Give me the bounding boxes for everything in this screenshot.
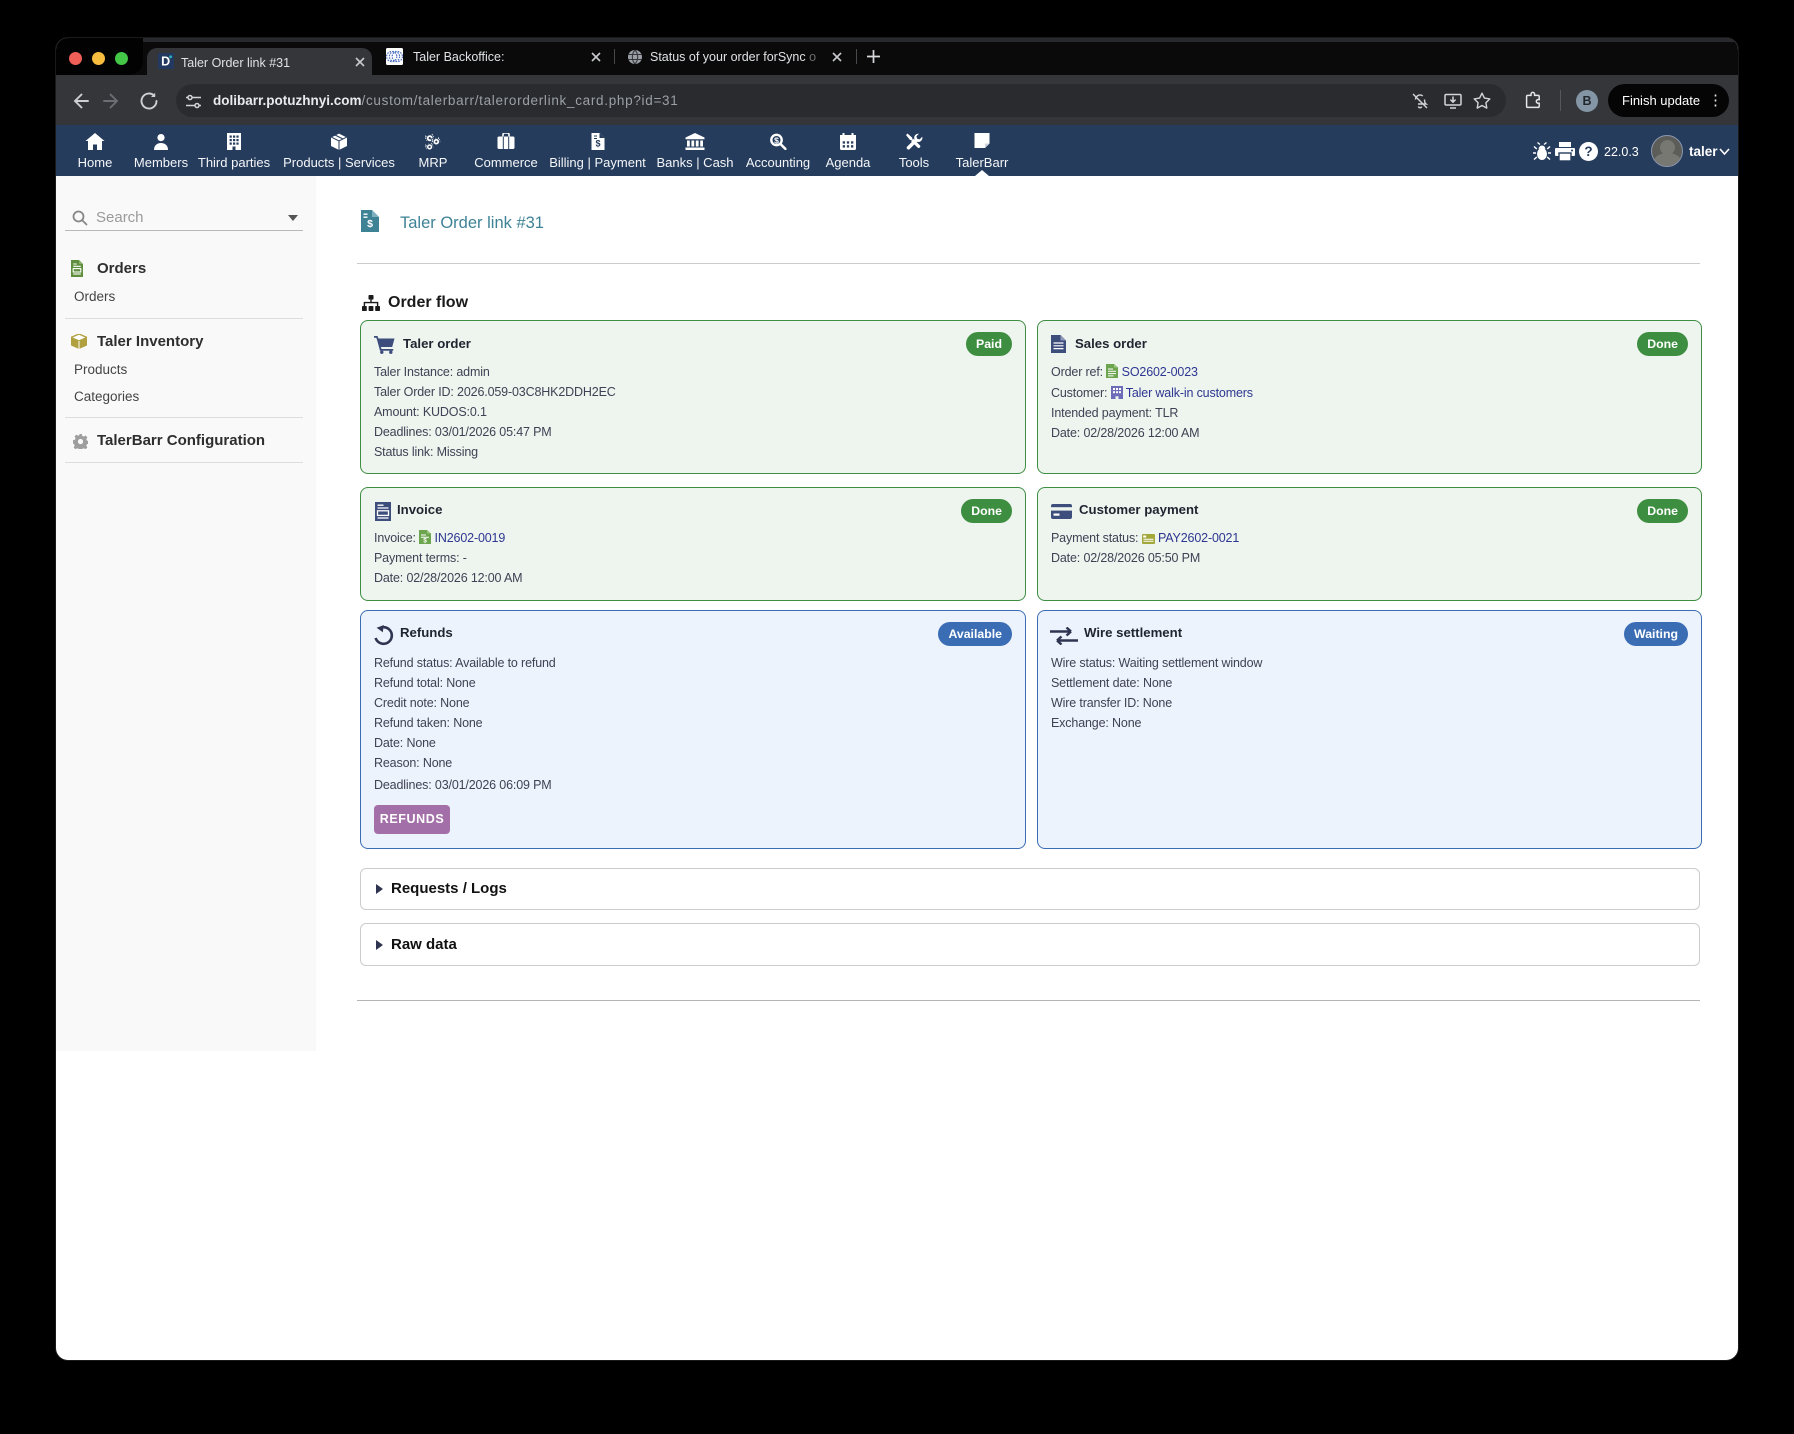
svg-text:$: $ bbox=[595, 139, 600, 149]
svg-text:$: $ bbox=[367, 218, 373, 230]
svg-text:D: D bbox=[161, 55, 170, 69]
svg-text:$: $ bbox=[423, 537, 427, 544]
svg-text:?: ? bbox=[1584, 144, 1592, 159]
